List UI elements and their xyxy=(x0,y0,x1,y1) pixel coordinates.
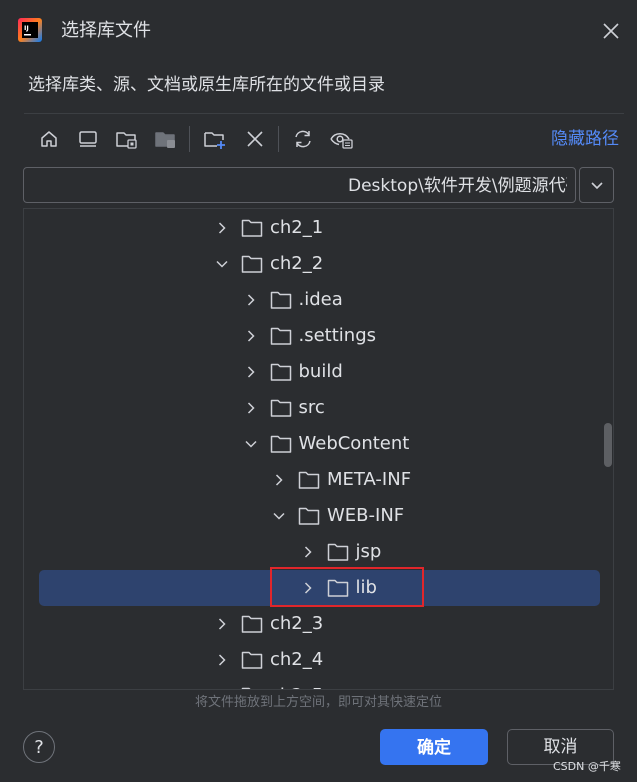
intellij-idea-logo-icon: IJ xyxy=(18,18,42,42)
folder-icon xyxy=(241,687,251,689)
hide-path-link[interactable]: 隐藏路径 xyxy=(551,127,619,151)
refresh-icon[interactable] xyxy=(290,126,316,152)
show-hidden-icon[interactable] xyxy=(329,126,355,152)
tree-row[interactable]: WebContent xyxy=(24,426,613,462)
file-tree[interactable]: ch2_1 ch2_2 .idea .settings build src WebConte… xyxy=(23,208,614,690)
selection-highlight xyxy=(39,570,600,606)
path-history-dropdown[interactable] xyxy=(579,167,614,203)
tree-row[interactable]: ch2_3 xyxy=(24,606,613,642)
tree-row[interactable]: ch2_5 xyxy=(24,678,613,690)
tree-row[interactable]: WEB-INF xyxy=(24,498,613,534)
folder-icon xyxy=(241,255,263,273)
folder-icon xyxy=(270,291,291,309)
folder-icon xyxy=(241,219,263,237)
chevron-right-icon[interactable] xyxy=(214,688,230,690)
tree-row-label: WEB-INF xyxy=(327,505,405,526)
folder-icon xyxy=(270,363,291,381)
close-icon[interactable] xyxy=(598,18,624,44)
folder-icon xyxy=(298,507,320,525)
tree-row[interactable]: ch2_1 xyxy=(24,210,613,246)
tree-row[interactable]: src xyxy=(24,390,613,426)
tree-row-label: .settings xyxy=(298,325,377,346)
desktop-icon[interactable] xyxy=(75,126,101,152)
module-folder-icon[interactable] xyxy=(153,126,179,152)
help-button[interactable]: ? xyxy=(23,731,55,763)
dialog-description: 选择库类、源、文档或原生库所在的文件或目录 xyxy=(28,75,385,95)
folder-icon xyxy=(327,543,348,561)
path-input[interactable] xyxy=(346,168,569,202)
tree-row-label: META-INF xyxy=(327,469,412,490)
folder-icon xyxy=(270,435,291,453)
folder-icon xyxy=(241,651,263,669)
tree-row-label: .idea xyxy=(298,289,343,310)
tree-row-label: build xyxy=(298,361,343,382)
tree-row[interactable]: jsp xyxy=(24,534,613,570)
folder-icon xyxy=(327,579,348,597)
project-folder-icon[interactable] xyxy=(114,126,140,152)
ok-button[interactable]: 确定 xyxy=(380,729,488,765)
tree-row[interactable]: META-INF xyxy=(24,462,613,498)
tree-row[interactable]: lib xyxy=(24,570,613,606)
drag-drop-hint: 将文件拖放到上方空间，即可对其快速定位 xyxy=(194,695,442,710)
tree-row[interactable]: ch2_2 xyxy=(24,246,613,282)
folder-icon xyxy=(270,327,291,345)
home-icon[interactable] xyxy=(36,126,62,152)
folder-icon xyxy=(241,615,263,633)
svg-text:IJ: IJ xyxy=(24,24,29,32)
chevron-down-icon xyxy=(590,182,603,190)
tree-row[interactable]: ch2_4 xyxy=(24,642,613,678)
chevron-down-icon[interactable] xyxy=(243,436,259,452)
tree-row-label: ch2_5 xyxy=(270,684,323,689)
choose-library-files-dialog: IJ 选择库文件 选择库类、源、文档或原生库所在的文件或目录 隐藏路径 Desk… xyxy=(0,0,637,782)
chevron-down-icon[interactable] xyxy=(214,256,230,272)
chevron-right-icon[interactable] xyxy=(214,616,230,632)
tree-row-label: WebContent xyxy=(298,433,410,454)
tree-row-label: lib xyxy=(355,577,377,598)
tree-row-label: src xyxy=(298,397,325,418)
tree-row-label: ch2_2 xyxy=(270,253,324,274)
chevron-down-icon[interactable] xyxy=(271,508,287,524)
folder-icon xyxy=(270,399,291,417)
delete-icon[interactable] xyxy=(242,126,268,152)
chevron-right-icon[interactable] xyxy=(300,544,316,560)
new-folder-icon[interactable] xyxy=(202,126,228,152)
tree-row-label: jsp xyxy=(355,541,382,562)
chevron-right-icon[interactable] xyxy=(271,472,287,488)
chevron-right-icon[interactable] xyxy=(243,328,259,344)
chevron-right-icon[interactable] xyxy=(300,580,316,596)
tree-row[interactable]: .settings xyxy=(24,318,613,354)
csdn-watermark: CSDN @千寒 xyxy=(553,760,621,773)
toolbar-separator xyxy=(278,126,279,152)
tree-row[interactable]: build xyxy=(24,354,613,390)
file-chooser-toolbar: 隐藏路径 xyxy=(24,113,624,164)
dialog-title: 选择库文件 xyxy=(61,20,151,41)
folder-icon xyxy=(298,471,320,489)
tree-row-label: ch2_4 xyxy=(270,649,324,670)
chevron-right-icon[interactable] xyxy=(214,220,230,236)
path-field-container xyxy=(23,167,576,203)
chevron-right-icon[interactable] xyxy=(214,652,230,668)
chevron-right-icon[interactable] xyxy=(243,400,259,416)
chevron-right-icon[interactable] xyxy=(243,292,259,308)
chevron-right-icon[interactable] xyxy=(243,364,259,380)
tree-row-label: ch2_3 xyxy=(270,613,324,634)
title-bar: IJ 选择库文件 xyxy=(0,0,637,62)
toolbar-separator xyxy=(189,126,190,152)
tree-row[interactable]: .idea xyxy=(24,282,613,318)
tree-row-label: ch2_1 xyxy=(270,217,324,238)
